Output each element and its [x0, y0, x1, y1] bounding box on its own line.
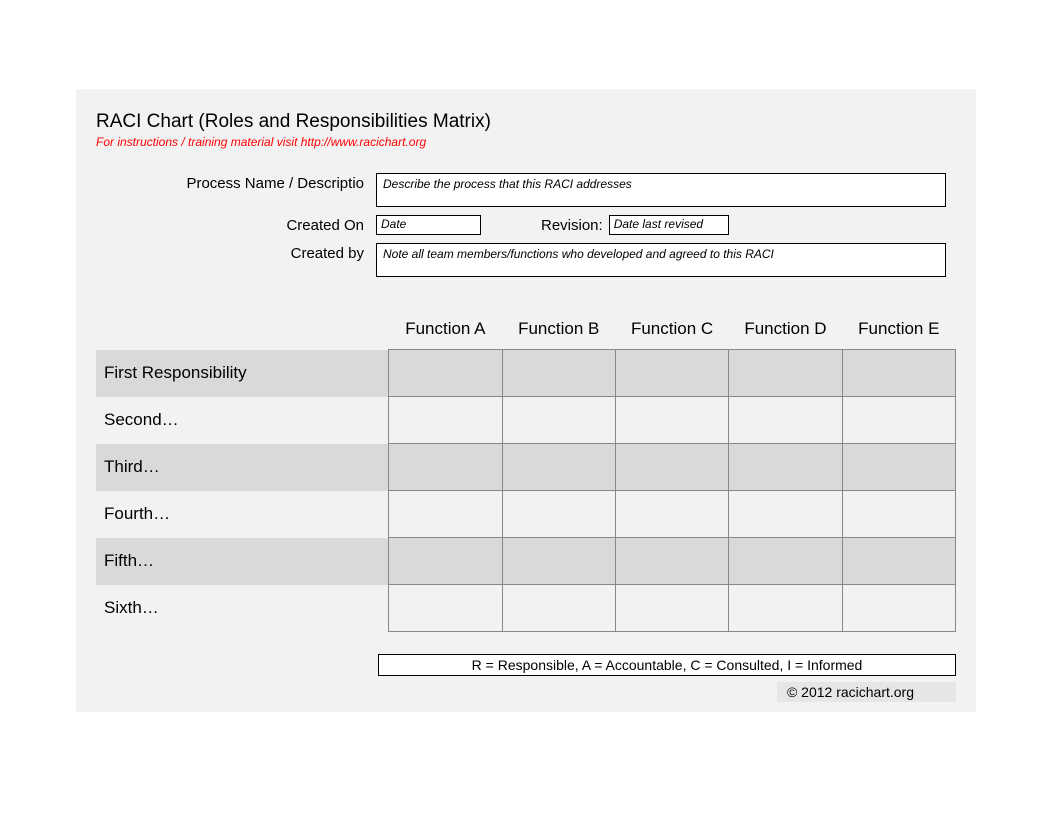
row-created-by: Created by Note all team members/functio…: [96, 243, 956, 277]
row-label: Fourth…: [96, 491, 389, 538]
matrix-cell[interactable]: [389, 491, 502, 538]
matrix-cell[interactable]: [842, 350, 955, 397]
matrix-cell[interactable]: [842, 444, 955, 491]
row-created-on-fields: Date Revision: Date last revised: [376, 215, 729, 235]
matrix-cell[interactable]: [502, 538, 615, 585]
legend-spacer: [96, 654, 378, 676]
matrix-row: Fourth…: [96, 491, 956, 538]
label-revision: Revision:: [541, 217, 603, 234]
matrix-row: Second…: [96, 397, 956, 444]
matrix-row: First Responsibility: [96, 350, 956, 397]
col-function-d: Function D: [729, 313, 842, 350]
row-label: Fifth…: [96, 538, 389, 585]
matrix-cell[interactable]: [389, 585, 502, 632]
page-subtitle: For instructions / training material vis…: [96, 135, 956, 149]
matrix-cell[interactable]: [389, 350, 502, 397]
matrix-cell[interactable]: [842, 585, 955, 632]
page: RACI Chart (Roles and Responsibilities M…: [0, 0, 1057, 817]
matrix-cell[interactable]: [615, 444, 728, 491]
matrix-cell[interactable]: [615, 538, 728, 585]
col-function-a: Function A: [389, 313, 502, 350]
col-function-e: Function E: [842, 313, 955, 350]
matrix-row: Third…: [96, 444, 956, 491]
matrix-header-row: Function A Function B Function C Functio…: [96, 313, 956, 350]
row-process: Process Name / Descriptio Describe the p…: [96, 173, 956, 207]
matrix-cell[interactable]: [502, 350, 615, 397]
row-label: First Responsibility: [96, 350, 389, 397]
row-label: Second…: [96, 397, 389, 444]
matrix-cell[interactable]: [615, 491, 728, 538]
matrix-cell[interactable]: [389, 538, 502, 585]
matrix-cell[interactable]: [842, 538, 955, 585]
matrix-row: Sixth…: [96, 585, 956, 632]
matrix-cell[interactable]: [615, 397, 728, 444]
raci-matrix: Function A Function B Function C Functio…: [96, 313, 956, 632]
matrix-cell[interactable]: [502, 444, 615, 491]
sheet: RACI Chart (Roles and Responsibilities M…: [76, 89, 976, 712]
footer-row: © 2012 racichart.org: [96, 682, 956, 702]
row-label: Third…: [96, 444, 389, 491]
matrix-cell[interactable]: [502, 491, 615, 538]
matrix-cell[interactable]: [389, 397, 502, 444]
field-created-on[interactable]: Date: [376, 215, 481, 235]
raci-legend: R = Responsible, A = Accountable, C = Co…: [378, 654, 956, 676]
matrix-cell[interactable]: [842, 397, 955, 444]
field-revision[interactable]: Date last revised: [609, 215, 729, 235]
matrix-cell[interactable]: [729, 444, 842, 491]
label-process: Process Name / Descriptio: [96, 173, 376, 192]
col-function-b: Function B: [502, 313, 615, 350]
field-created-by[interactable]: Note all team members/functions who deve…: [376, 243, 946, 277]
matrix-cell[interactable]: [615, 350, 728, 397]
matrix-cell[interactable]: [729, 397, 842, 444]
matrix-cell[interactable]: [502, 397, 615, 444]
matrix-cell[interactable]: [729, 585, 842, 632]
matrix-cell[interactable]: [729, 491, 842, 538]
matrix-cell[interactable]: [729, 538, 842, 585]
page-title: RACI Chart (Roles and Responsibilities M…: [96, 111, 956, 133]
matrix-cell[interactable]: [842, 491, 955, 538]
footer-copyright: © 2012 racichart.org: [777, 682, 956, 702]
matrix-cell[interactable]: [389, 444, 502, 491]
matrix-cell[interactable]: [615, 585, 728, 632]
row-label: Sixth…: [96, 585, 389, 632]
col-function-c: Function C: [615, 313, 728, 350]
legend-row: R = Responsible, A = Accountable, C = Co…: [96, 654, 956, 676]
matrix-corner: [96, 313, 389, 350]
matrix-row: Fifth…: [96, 538, 956, 585]
row-created-on: Created On Date Revision: Date last revi…: [96, 215, 956, 235]
label-created-by: Created by: [96, 243, 376, 262]
field-process[interactable]: Describe the process that this RACI addr…: [376, 173, 946, 207]
matrix-cell[interactable]: [502, 585, 615, 632]
matrix-cell[interactable]: [729, 350, 842, 397]
label-created-on: Created On: [96, 215, 376, 234]
